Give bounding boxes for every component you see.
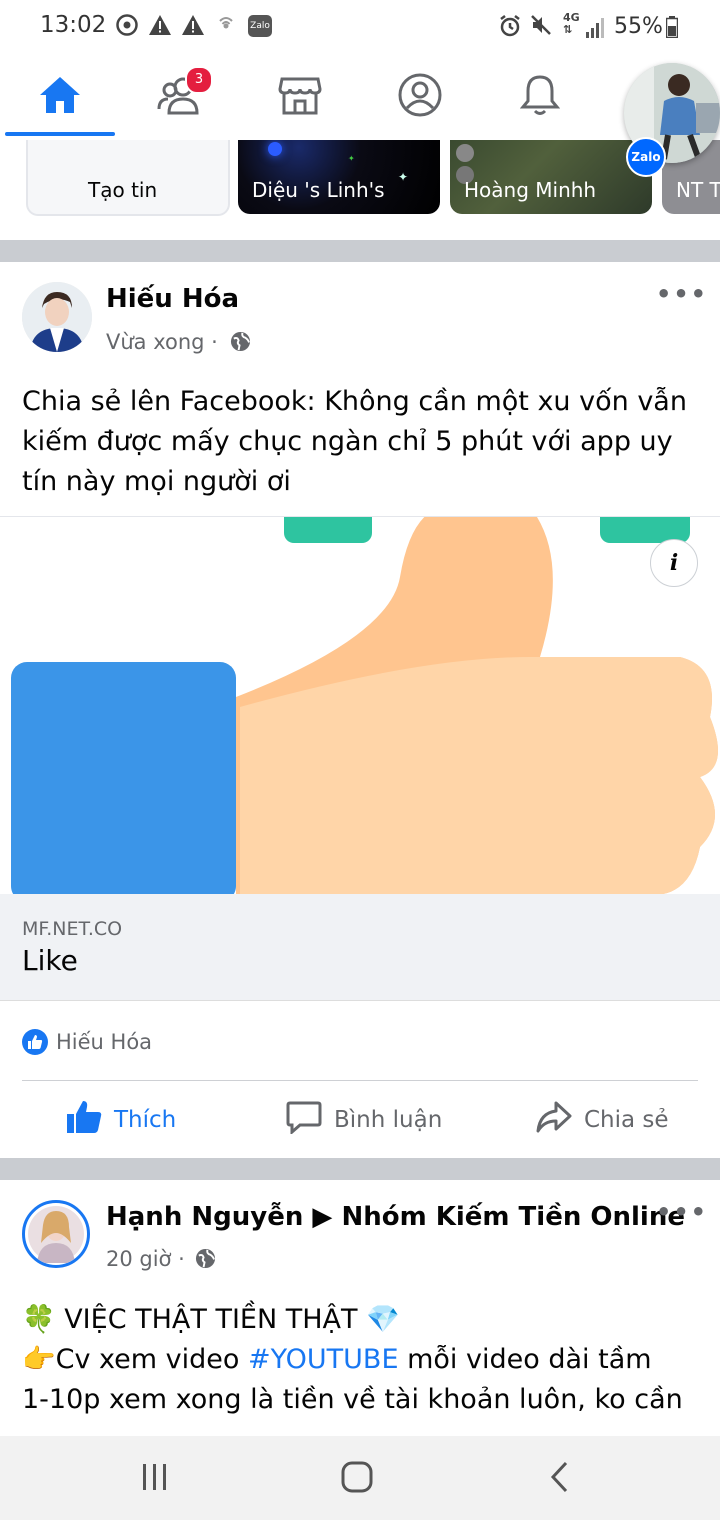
- android-navigation-bar: [0, 1436, 720, 1520]
- info-icon: i: [669, 550, 679, 576]
- chrome-icon: [116, 14, 138, 41]
- zalo-icon: Zalo: [248, 15, 272, 37]
- comment-button[interactable]: Bình luận: [286, 1098, 442, 1142]
- marketplace-icon: [278, 75, 322, 119]
- tab-profile[interactable]: [365, 56, 475, 138]
- story-label: Hoàng Minhh: [464, 178, 597, 202]
- warning-icon: [181, 14, 205, 41]
- facebook-tab-bar: 3: [0, 56, 720, 141]
- network-4g-icon: 4G ⇅: [563, 11, 580, 36]
- story-card[interactable]: ✦ ✦ Diệu 's Linh's: [238, 140, 440, 214]
- post-text-line: 👉Cv xem video #YOUTUBE mỗi video dài tầm: [22, 1340, 702, 1380]
- like-label: Thích: [114, 1107, 177, 1133]
- warning-icon: [148, 14, 172, 41]
- post-text-segment: 👉Cv xem video: [22, 1344, 249, 1375]
- reactions-summary[interactable]: Hiếu Hóa: [22, 1027, 152, 1057]
- status-time: 13:02: [40, 12, 107, 38]
- tab-marketplace[interactable]: [245, 56, 355, 138]
- tab-notifications[interactable]: [485, 56, 595, 138]
- feed-separator: [0, 1158, 720, 1180]
- post-text-segment: mỗi video dài tầm: [398, 1344, 652, 1375]
- post-text: Chia sẻ lên Facebook: Không cần một xu v…: [22, 386, 687, 497]
- post-time[interactable]: Vừa xong ·: [106, 330, 218, 354]
- post-author[interactable]: Hạnh Nguyễn ▶ Nhóm Kiếm Tiền Online: [106, 1202, 685, 1232]
- link-preview-image[interactable]: i: [0, 516, 720, 895]
- wifi-call-icon: [214, 14, 238, 41]
- status-bar: 13:02 Zalo 4G ⇅ 55%: [0, 0, 720, 56]
- network-label: 4G: [563, 11, 580, 24]
- home-button-icon[interactable]: [340, 1460, 374, 1498]
- recents-icon[interactable]: [140, 1460, 170, 1498]
- avatar[interactable]: [22, 282, 92, 352]
- notifications-icon: [519, 73, 561, 121]
- post-time[interactable]: 20 giờ ·: [106, 1247, 185, 1271]
- story-create[interactable]: Tạo tin: [26, 140, 230, 216]
- comment-label: Bình luận: [334, 1107, 443, 1133]
- globe-icon: [230, 331, 251, 356]
- story-label: Tạo tin: [88, 178, 158, 202]
- hashtag-link[interactable]: #YOUTUBE: [248, 1344, 399, 1375]
- story-label: Diệu 's Linh's: [252, 178, 385, 202]
- post-text-line: 1-10p xem xong là tiền về tài khoản luôn…: [22, 1384, 683, 1415]
- ad-info-button[interactable]: i: [650, 539, 698, 587]
- tab-home[interactable]: [5, 56, 115, 138]
- link-domain: MF.NET.CO: [22, 918, 123, 940]
- battery-percent: 55%: [614, 14, 663, 39]
- post-text-line: 🍀 VIỆC THẬT TIỀN THẬT 💎: [22, 1304, 400, 1335]
- profile-icon: [397, 72, 443, 122]
- stories-tray: Tạo tin ✦ ✦ Diệu 's Linh's Hoàng Minhh N…: [0, 140, 720, 240]
- like-button[interactable]: Thích: [66, 1098, 176, 1142]
- share-label: Chia sẻ: [584, 1107, 669, 1133]
- active-tab-indicator: [5, 132, 115, 136]
- home-icon: [38, 75, 82, 119]
- alarm-icon: [498, 14, 522, 43]
- comment-icon: [286, 1100, 334, 1140]
- post-options-button[interactable]: •••: [656, 280, 708, 308]
- divider: [22, 1080, 698, 1081]
- friends-badge: 3: [185, 66, 213, 94]
- reaction-names: Hiếu Hóa: [56, 1030, 153, 1054]
- link-title: Like: [22, 944, 78, 977]
- thumbs-up-illustration: [0, 517, 720, 895]
- zalo-icon: Zalo: [626, 137, 666, 177]
- share-button[interactable]: Chia sẻ: [536, 1098, 669, 1142]
- thumbs-up-icon: [66, 1100, 114, 1140]
- battery-icon: [665, 16, 679, 42]
- post-author[interactable]: Hiếu Hóa: [106, 284, 239, 314]
- link-preview-meta[interactable]: [0, 894, 720, 1001]
- signal-icon: [586, 16, 608, 38]
- share-icon: [536, 1100, 584, 1140]
- feed-separator: [0, 240, 720, 262]
- story-label: NT T: [676, 178, 720, 202]
- avatar[interactable]: [22, 1200, 90, 1268]
- globe-icon: [195, 1248, 216, 1273]
- story-card[interactable]: Hoàng Minhh: [450, 140, 652, 214]
- post-options-button[interactable]: •••: [656, 1198, 708, 1226]
- like-reaction-icon: [22, 1029, 48, 1055]
- mute-icon: [530, 14, 552, 41]
- tab-friends[interactable]: 3: [125, 56, 235, 138]
- back-icon[interactable]: [545, 1460, 575, 1498]
